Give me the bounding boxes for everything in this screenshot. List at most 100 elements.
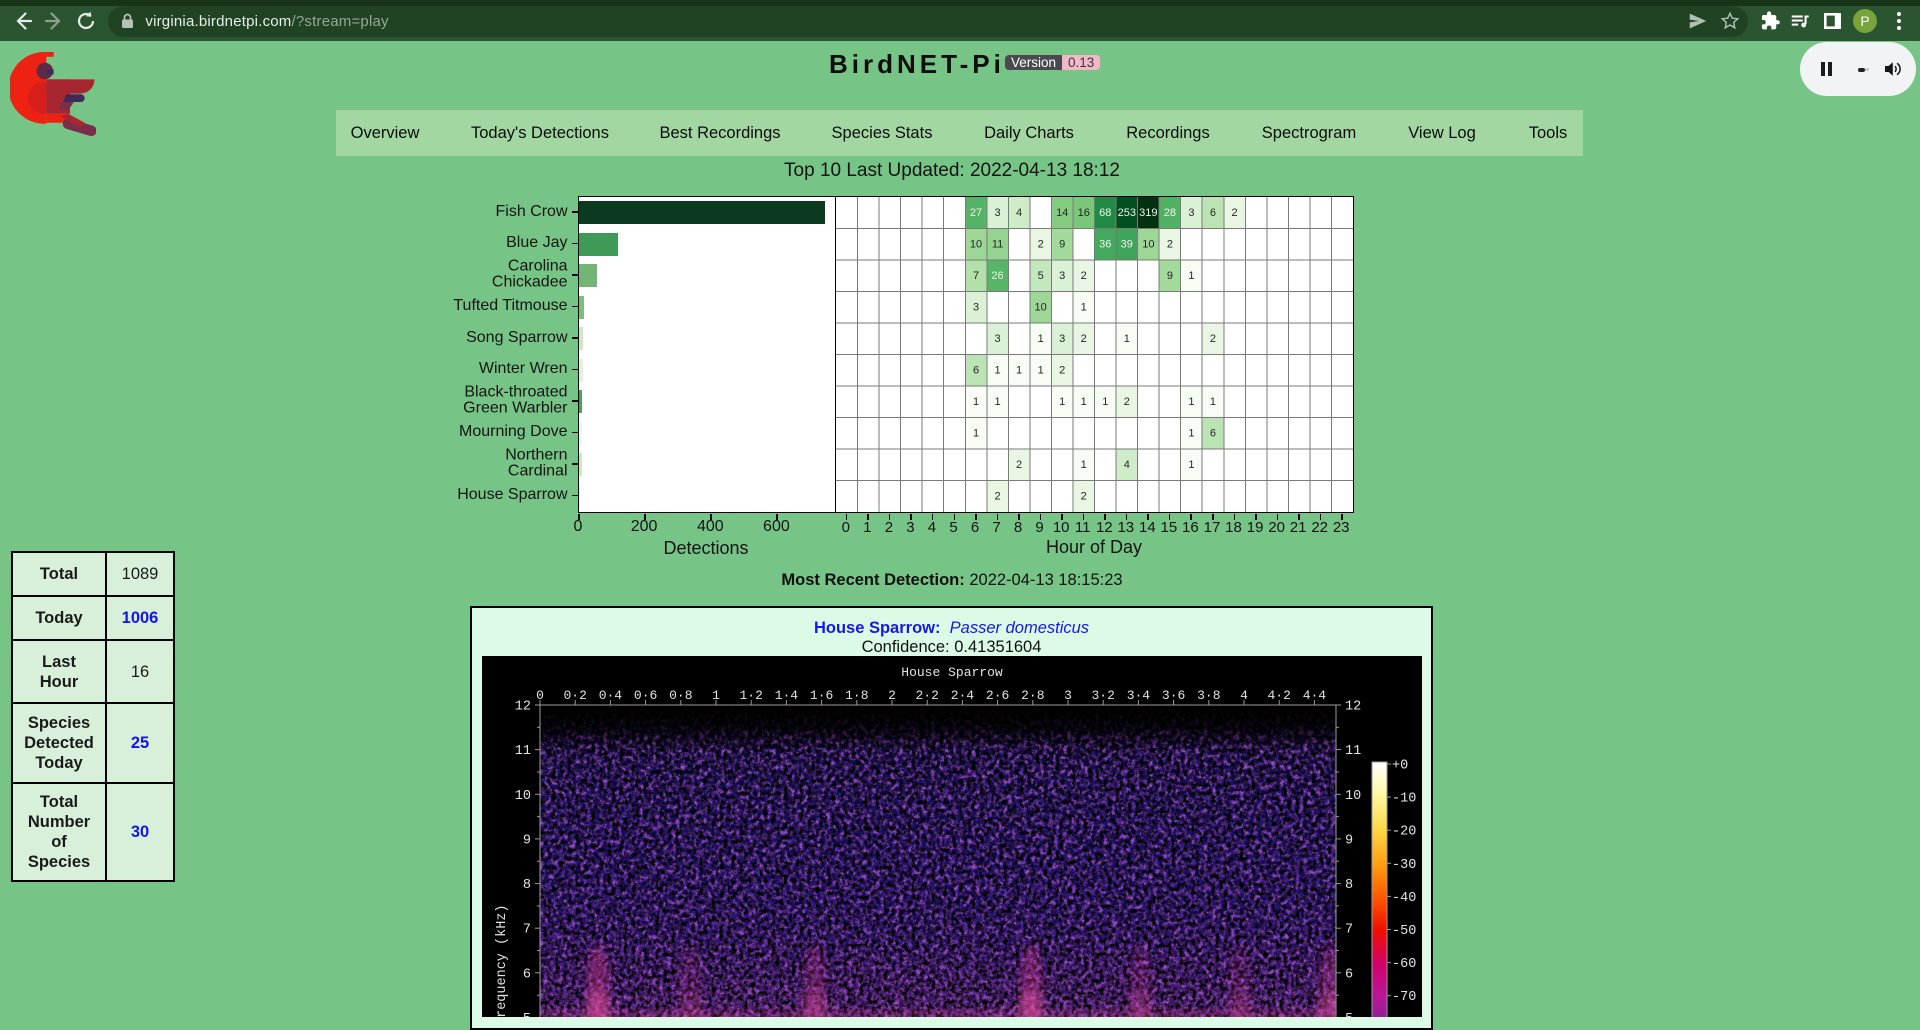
svg-text:4: 4 xyxy=(1016,207,1022,219)
svg-text:-60: -60 xyxy=(1392,957,1416,972)
svg-text:27: 27 xyxy=(970,207,982,219)
svg-text:4·2: 4·2 xyxy=(1267,688,1290,703)
svg-text:9: 9 xyxy=(1059,238,1065,250)
svg-text:6: 6 xyxy=(1210,427,1216,439)
svg-text:-10: -10 xyxy=(1392,792,1416,807)
svg-text:2·4: 2·4 xyxy=(951,688,975,703)
svg-text:1: 1 xyxy=(994,396,1000,408)
svg-text:2: 2 xyxy=(1081,490,1087,502)
svg-text:1: 1 xyxy=(1210,396,1216,408)
svg-text:3: 3 xyxy=(973,301,979,313)
svg-text:1: 1 xyxy=(1059,396,1065,408)
svg-text:1: 1 xyxy=(1124,333,1130,345)
svg-text:2·8: 2·8 xyxy=(1021,688,1044,703)
svg-text:8: 8 xyxy=(523,878,531,893)
svg-text:2: 2 xyxy=(1081,333,1087,345)
svg-text:2: 2 xyxy=(994,490,1000,502)
svg-text:11: 11 xyxy=(992,238,1003,250)
svg-text:1: 1 xyxy=(1081,301,1087,313)
svg-text:0·6: 0·6 xyxy=(634,688,657,703)
svg-text:9: 9 xyxy=(1167,270,1173,282)
svg-text:1: 1 xyxy=(973,427,979,439)
svg-text:3: 3 xyxy=(1188,207,1194,219)
svg-text:9: 9 xyxy=(1345,833,1353,848)
svg-text:2: 2 xyxy=(1038,238,1044,250)
svg-text:1: 1 xyxy=(1102,396,1108,408)
svg-text:2: 2 xyxy=(1081,270,1087,282)
svg-text:319: 319 xyxy=(1139,207,1157,219)
svg-text:8: 8 xyxy=(1345,878,1353,893)
svg-text:11: 11 xyxy=(1345,744,1361,759)
svg-text:1: 1 xyxy=(1016,364,1022,376)
svg-text:1: 1 xyxy=(973,396,979,408)
svg-text:14: 14 xyxy=(1056,207,1068,219)
svg-text:2: 2 xyxy=(1016,459,1022,471)
svg-text:10: 10 xyxy=(1035,301,1047,313)
svg-text:6: 6 xyxy=(523,967,531,982)
svg-text:9: 9 xyxy=(523,833,531,848)
svg-text:5: 5 xyxy=(1345,1012,1353,1017)
svg-text:6: 6 xyxy=(1210,207,1216,219)
svg-text:1: 1 xyxy=(1188,396,1194,408)
svg-text:1: 1 xyxy=(994,364,1000,376)
svg-text:3·8: 3·8 xyxy=(1197,688,1220,703)
svg-text:0·4: 0·4 xyxy=(599,688,623,703)
svg-text:36: 36 xyxy=(1099,238,1111,250)
svg-text:3: 3 xyxy=(1059,270,1065,282)
svg-text:2: 2 xyxy=(888,688,896,703)
svg-text:5: 5 xyxy=(523,1012,531,1017)
svg-text:6: 6 xyxy=(973,364,979,376)
svg-text:4·4: 4·4 xyxy=(1303,688,1327,703)
svg-text:1: 1 xyxy=(1081,459,1087,471)
svg-text:1·2: 1·2 xyxy=(739,688,762,703)
svg-text:-70: -70 xyxy=(1392,990,1416,1005)
svg-text:2: 2 xyxy=(1124,396,1130,408)
svg-text:1: 1 xyxy=(1081,396,1087,408)
svg-text:11: 11 xyxy=(515,744,531,759)
svg-text:3: 3 xyxy=(994,207,1000,219)
svg-text:68: 68 xyxy=(1099,207,1111,219)
svg-text:1: 1 xyxy=(1188,427,1194,439)
svg-text:3: 3 xyxy=(994,333,1000,345)
svg-text:4: 4 xyxy=(1240,688,1248,703)
svg-text:3: 3 xyxy=(1064,688,1072,703)
svg-text:10: 10 xyxy=(1142,238,1154,250)
svg-text:6: 6 xyxy=(1345,967,1353,982)
svg-text:1: 1 xyxy=(1038,333,1044,345)
svg-text:12: 12 xyxy=(1345,700,1361,715)
svg-text:2: 2 xyxy=(1231,207,1237,219)
svg-text:7: 7 xyxy=(973,270,979,282)
svg-text:1: 1 xyxy=(1188,270,1194,282)
svg-text:28: 28 xyxy=(1164,207,1176,219)
svg-text:3·6: 3·6 xyxy=(1162,688,1185,703)
svg-text:10: 10 xyxy=(1345,789,1361,804)
svg-text:12: 12 xyxy=(515,700,531,715)
svg-text:1: 1 xyxy=(1188,459,1194,471)
svg-text:+0: +0 xyxy=(1392,759,1408,774)
svg-text:3·2: 3·2 xyxy=(1091,688,1114,703)
svg-text:5: 5 xyxy=(1038,270,1044,282)
svg-text:2·6: 2·6 xyxy=(986,688,1009,703)
svg-text:4: 4 xyxy=(1124,459,1130,471)
svg-text:1·8: 1·8 xyxy=(845,688,868,703)
svg-text:7: 7 xyxy=(1345,923,1353,938)
svg-text:3: 3 xyxy=(1059,333,1065,345)
svg-text:2: 2 xyxy=(1167,238,1173,250)
svg-text:2: 2 xyxy=(1059,364,1065,376)
svg-text:10: 10 xyxy=(970,238,982,250)
svg-text:1·6: 1·6 xyxy=(810,688,833,703)
svg-text:-50: -50 xyxy=(1392,924,1416,939)
svg-text:2·2: 2·2 xyxy=(915,688,938,703)
svg-text:7: 7 xyxy=(523,923,531,938)
svg-text:1: 1 xyxy=(712,688,720,703)
svg-text:1·4: 1·4 xyxy=(775,688,799,703)
svg-text:1: 1 xyxy=(1038,364,1044,376)
svg-text:253: 253 xyxy=(1118,207,1136,219)
svg-text:0: 0 xyxy=(536,688,544,703)
svg-text:-40: -40 xyxy=(1392,891,1416,906)
svg-text:0·2: 0·2 xyxy=(563,688,586,703)
svg-text:0·8: 0·8 xyxy=(669,688,692,703)
svg-text:16: 16 xyxy=(1078,207,1090,219)
svg-text:3·4: 3·4 xyxy=(1127,688,1151,703)
svg-text:2: 2 xyxy=(1210,333,1216,345)
